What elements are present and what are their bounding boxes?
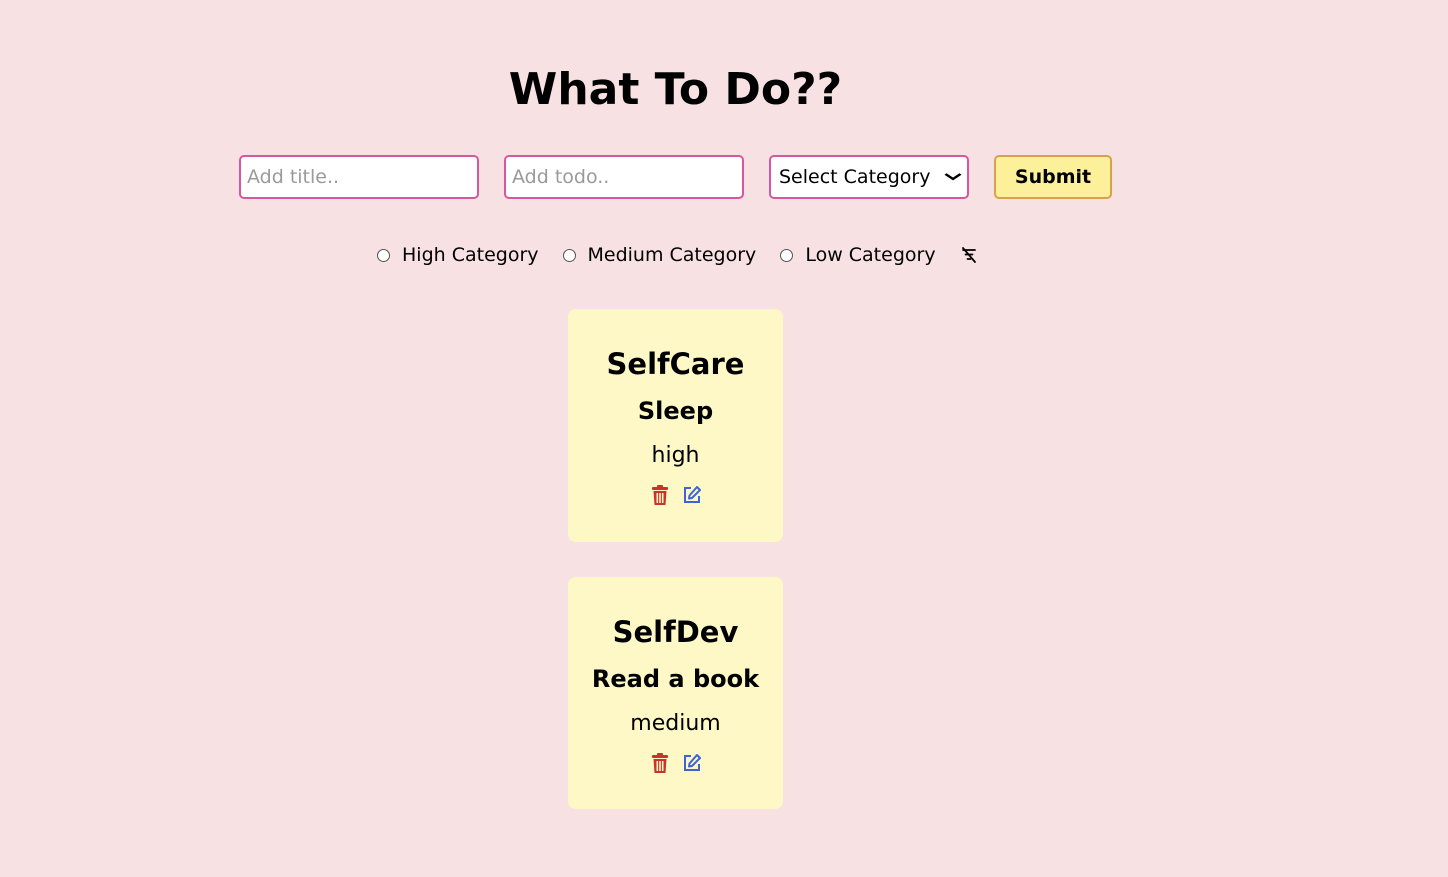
chevron-down-icon xyxy=(944,169,962,185)
category-select-value: Select Category xyxy=(779,166,931,188)
todo-card-actions xyxy=(568,752,783,774)
category-filter: High Category Medium Category Low Catego… xyxy=(377,242,980,268)
trash-icon[interactable] xyxy=(650,484,670,506)
todo-card-priority: high xyxy=(651,443,700,468)
filter-medium[interactable]: Medium Category xyxy=(562,244,757,266)
filter-high-label: High Category xyxy=(402,244,539,266)
category-select[interactable]: Select Category xyxy=(769,155,969,199)
todo-app: What To Do?? Select Category Submit High… xyxy=(0,0,1448,877)
todo-card: SelfDev Read a book medium xyxy=(568,577,783,809)
edit-icon[interactable] xyxy=(682,484,702,506)
page-title: What To Do?? xyxy=(508,64,843,115)
todo-input[interactable] xyxy=(504,155,744,199)
todo-card: SelfCare Sleep high xyxy=(568,309,783,542)
todo-card-actions xyxy=(568,484,783,506)
edit-icon[interactable] xyxy=(682,752,702,774)
todo-card-priority: medium xyxy=(630,711,721,736)
radio-medium[interactable] xyxy=(562,248,576,262)
radio-high[interactable] xyxy=(377,248,390,262)
radio-low[interactable] xyxy=(780,248,794,262)
todo-card-text: Sleep xyxy=(637,397,714,425)
todo-card-title: SelfDev xyxy=(612,615,739,649)
filter-low-label: Low Category xyxy=(805,244,936,266)
trash-icon[interactable] xyxy=(650,752,670,774)
title-input[interactable] xyxy=(239,155,479,199)
todo-card-title: SelfCare xyxy=(606,347,745,381)
todo-card-text: Read a book xyxy=(591,665,760,693)
submit-button[interactable]: Submit xyxy=(994,155,1112,199)
filter-off-icon[interactable] xyxy=(960,245,980,265)
filter-medium-label: Medium Category xyxy=(587,244,757,266)
filter-high[interactable]: High Category xyxy=(377,244,539,266)
filter-low[interactable]: Low Category xyxy=(780,244,936,266)
